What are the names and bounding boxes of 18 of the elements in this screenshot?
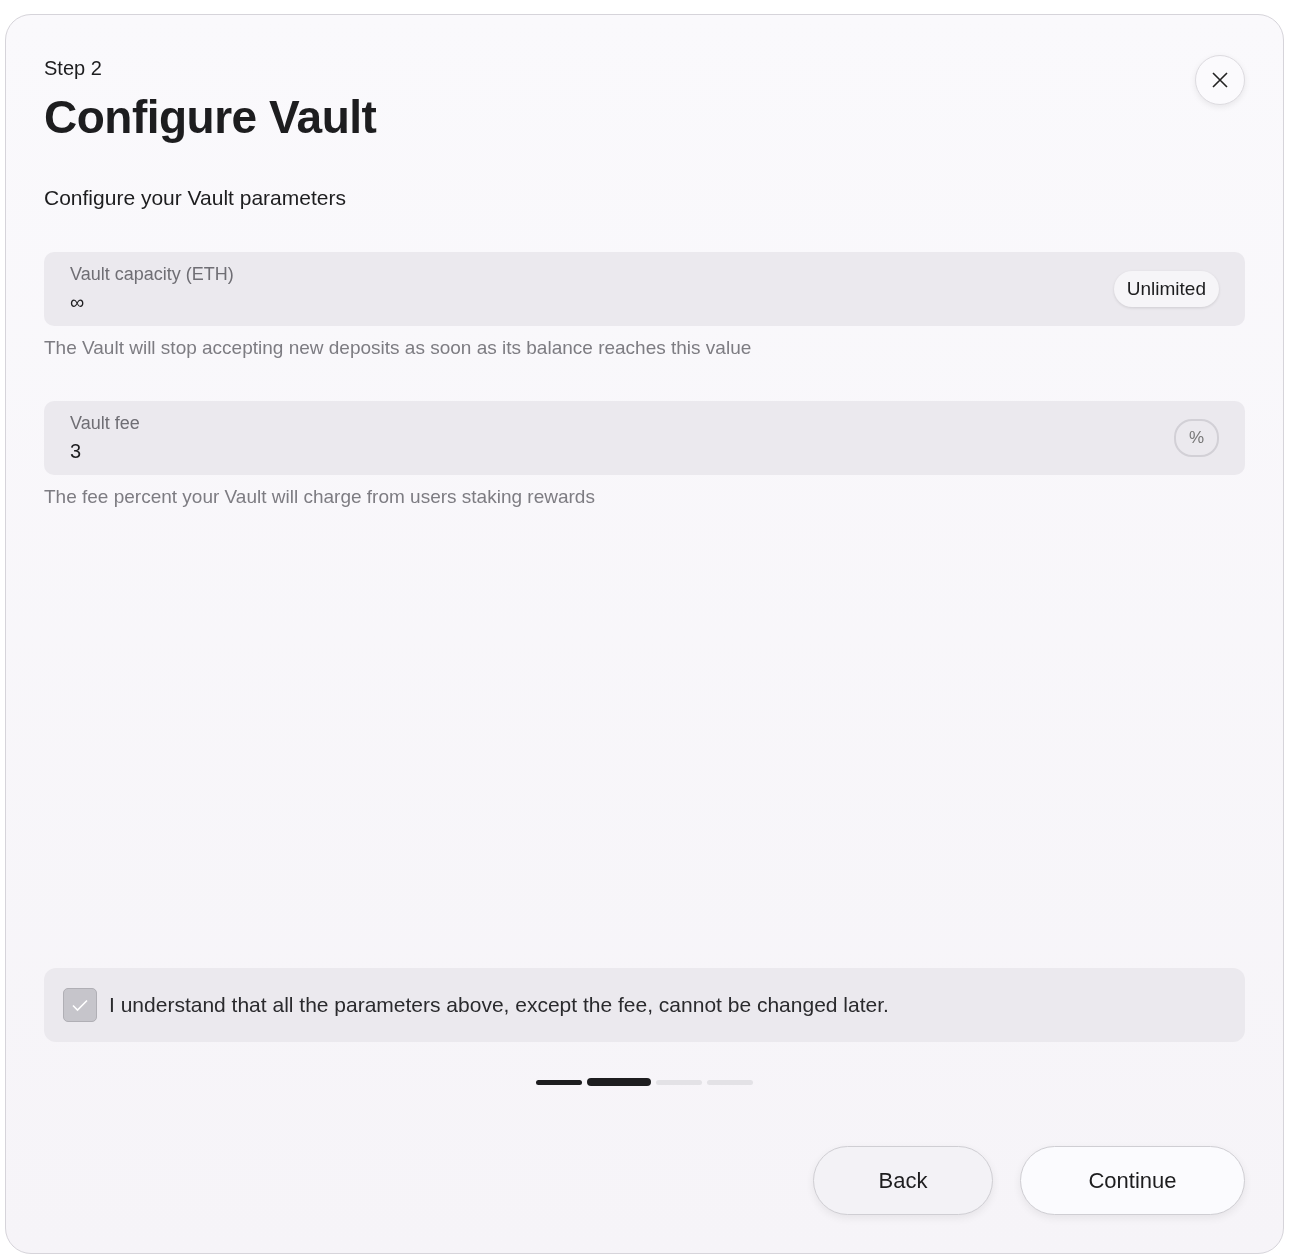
- field-value: ∞: [70, 291, 86, 314]
- step-label: Step 2: [44, 57, 103, 80]
- unit-badge: %: [1173, 419, 1219, 457]
- back-button[interactable]: Back: [813, 1146, 993, 1215]
- field-label: Vault capacity (ETH): [70, 264, 234, 285]
- field-label: Vault fee: [70, 413, 140, 434]
- close-button[interactable]: [1195, 55, 1245, 105]
- dialog-title: Configure Vault: [44, 90, 377, 144]
- field-hint: The fee percent your Vault will charge from users staking rewards: [44, 486, 596, 508]
- input-field[interactable]: Vault capacity (ETH) ∞ Unlimited: [44, 252, 1245, 326]
- input-field[interactable]: Vault fee 3 %: [44, 401, 1245, 475]
- field-hint: The Vault will stop accepting new deposits as soon as its balance reaches this value: [44, 337, 753, 359]
- close-icon: [1211, 71, 1229, 89]
- unlimited-button[interactable]: Unlimited: [1113, 271, 1219, 307]
- subtitle: Configure your Vault parameters: [44, 186, 347, 210]
- agreement-text: I understand that all the parameters above, except the fee, cannot be changed later.: [109, 992, 889, 1017]
- continue-button[interactable]: Continue: [1020, 1146, 1245, 1215]
- field-value: 3: [70, 440, 83, 463]
